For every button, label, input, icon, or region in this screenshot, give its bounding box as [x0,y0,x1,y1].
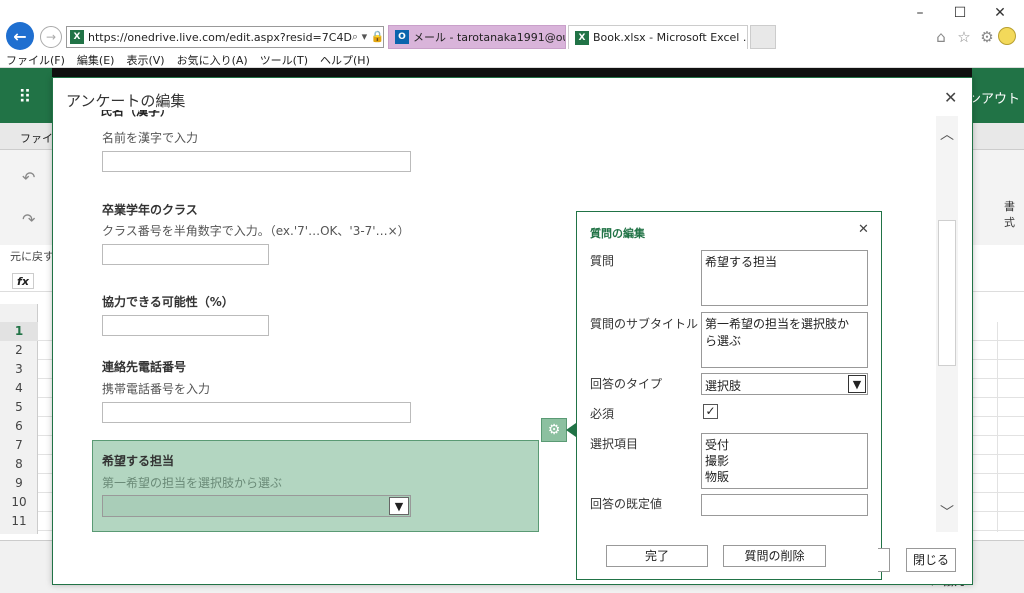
address-bar[interactable]: X https://onedrive.live.com/edit.aspx?re… [66,26,384,48]
done-button[interactable]: 完了 [606,545,708,567]
dialog-close-icon[interactable]: ✕ [944,88,957,107]
panel-pointer [566,423,576,437]
chevron-down-icon[interactable]: ▼ [848,375,866,393]
menu-tools[interactable]: ツール(T) [254,50,314,67]
chevron-down-icon[interactable]: ▼ [389,497,409,515]
answer-type-select[interactable]: 選択肢 [701,373,868,395]
forward-button[interactable]: → [40,26,62,48]
close-window-icon[interactable]: ✕ [985,4,1015,22]
delete-question-button[interactable]: 質問の削除 [723,545,826,567]
label-required: 必須 [590,407,615,421]
excel-favicon-icon: X [70,30,84,44]
class-input[interactable] [102,244,269,265]
tab-mail-label: メール - tarotanaka1991@outloo... [413,31,565,44]
subtitle-value-line: ら選ぶ [705,334,742,348]
row-header[interactable]: 11 [0,512,38,531]
row-header[interactable]: 2 [0,341,38,360]
default-answer-input[interactable] [701,494,868,516]
question-title: 協力できる可能性（%） [102,295,234,309]
partially-hidden-button[interactable] [878,548,890,572]
scroll-up-icon[interactable]: ︿ [936,124,958,146]
fx-icon[interactable]: fx [12,273,34,289]
label-default: 回答の既定値 [590,497,663,511]
tab-excel[interactable]: X Book.xlsx - Microsoft Excel ... × [568,25,748,49]
home-icon[interactable]: ⌂ [932,28,950,46]
label-type: 回答のタイプ [590,377,663,391]
question-value: 希望する担当 [705,255,778,269]
name-input[interactable] [102,151,411,172]
signout-link[interactable]: ンアウト [968,88,1020,107]
question-title: 卒業学年のクラス [102,203,198,217]
subtitle-textarea[interactable]: 第一希望の担当を選択肢か ら選ぶ [701,312,868,368]
menu-bar: ファイル(F) 編集(E) 表示(V) お気に入り(A) ツール(T) ヘルプ(… [0,50,1024,68]
ribbon-format-label[interactable]: 書式 [1004,198,1024,230]
new-tab-button[interactable] [750,25,776,49]
label-subtitle: 質問のサブタイトル [590,317,699,331]
question-subtitle: クラス番号を半角数字で入力。（ex.'7'…OK、'3-7'…×） [102,224,410,238]
menu-edit[interactable]: 編集(E) [71,50,121,67]
row-header[interactable]: 10 [0,493,38,512]
choice-item: 受付 [705,438,730,452]
menu-view[interactable]: 表示(V) [120,50,170,67]
panel-close-icon[interactable]: ✕ [858,222,869,237]
label-choices: 選択項目 [590,437,639,451]
scroll-thumb[interactable] [938,220,956,366]
subtitle-value-line: 第一希望の担当を選択肢か [705,317,850,331]
choice-item: 物販 [705,470,730,484]
required-checkbox[interactable]: ✓ [703,404,718,419]
row-header[interactable]: 9 [0,474,38,493]
row-header[interactable]: 3 [0,360,38,379]
tab-excel-label: Book.xlsx - Microsoft Excel ... [593,31,748,44]
outlook-icon: O [395,30,409,44]
question-subtitle: 携帯電話番号を入力 [102,382,211,396]
maximize-icon[interactable]: ☐ [945,4,975,22]
question-title: 希望する担当 [102,454,175,468]
label-question: 質問 [590,254,615,268]
app-launcher-icon[interactable]: ⠿ [14,86,36,108]
excel-icon: X [575,30,589,45]
answer-type-value: 選択肢 [705,379,742,393]
panel-title: 質問の編集 [590,227,645,240]
question-textarea[interactable]: 希望する担当 [701,250,868,306]
question-title: 連絡先電話番号 [102,360,187,374]
choice-item: 撮影 [705,454,730,468]
question-subtitle: 名前を漢字で入力 [102,131,199,145]
search-refresh-icons[interactable]: ⌕ ▾ 🔒 ↻ [352,30,383,44]
tab-mail[interactable]: O メール - tarotanaka1991@outloo... [388,25,566,49]
phone-input[interactable] [102,402,411,423]
menu-help[interactable]: ヘルプ(H) [314,50,376,67]
address-text: https://onedrive.live.com/edit.aspx?resi… [88,30,352,44]
clipped-title-text: 氏名（漢字） [100,110,173,118]
menu-file[interactable]: ファイル(F) [0,50,71,67]
row-headers: 1 2 3 4 5 6 7 8 9 10 11 [0,304,38,534]
choices-textarea[interactable]: 受付 撮影 物販 [701,433,868,489]
scroll-down-icon[interactable]: ﹀ [936,502,958,524]
row-header[interactable]: 7 [0,436,38,455]
undo-group-label: 元に戻す [10,250,54,263]
row-header[interactable]: 4 [0,379,38,398]
dialog-title: アンケートの編集 [66,92,186,110]
clipped-question-title: 氏名（漢字） [100,110,540,124]
menu-favorites[interactable]: お気に入り(A) [171,50,254,67]
possibility-input[interactable] [102,315,269,336]
redo-icon[interactable]: ↷ [22,210,35,229]
minimize-icon[interactable]: – [905,4,935,22]
question-subtitle: 第一希望の担当を選択肢から選ぶ [102,476,283,490]
row-header[interactable]: 1 [0,322,38,341]
question-settings-gear-icon[interactable]: ⚙ [541,418,567,442]
favorites-star-icon[interactable]: ☆ [955,28,973,46]
gear-icon[interactable]: ⚙ [978,28,996,46]
row-header[interactable]: 6 [0,417,38,436]
role-dropdown[interactable] [102,495,411,517]
close-dialog-button[interactable]: 閉じる [906,548,956,572]
undo-icon[interactable]: ↶ [22,168,35,187]
back-button[interactable]: ← [6,22,34,50]
smiley-feedback-icon[interactable] [998,27,1016,45]
row-header[interactable]: 8 [0,455,38,474]
row-header[interactable]: 5 [0,398,38,417]
